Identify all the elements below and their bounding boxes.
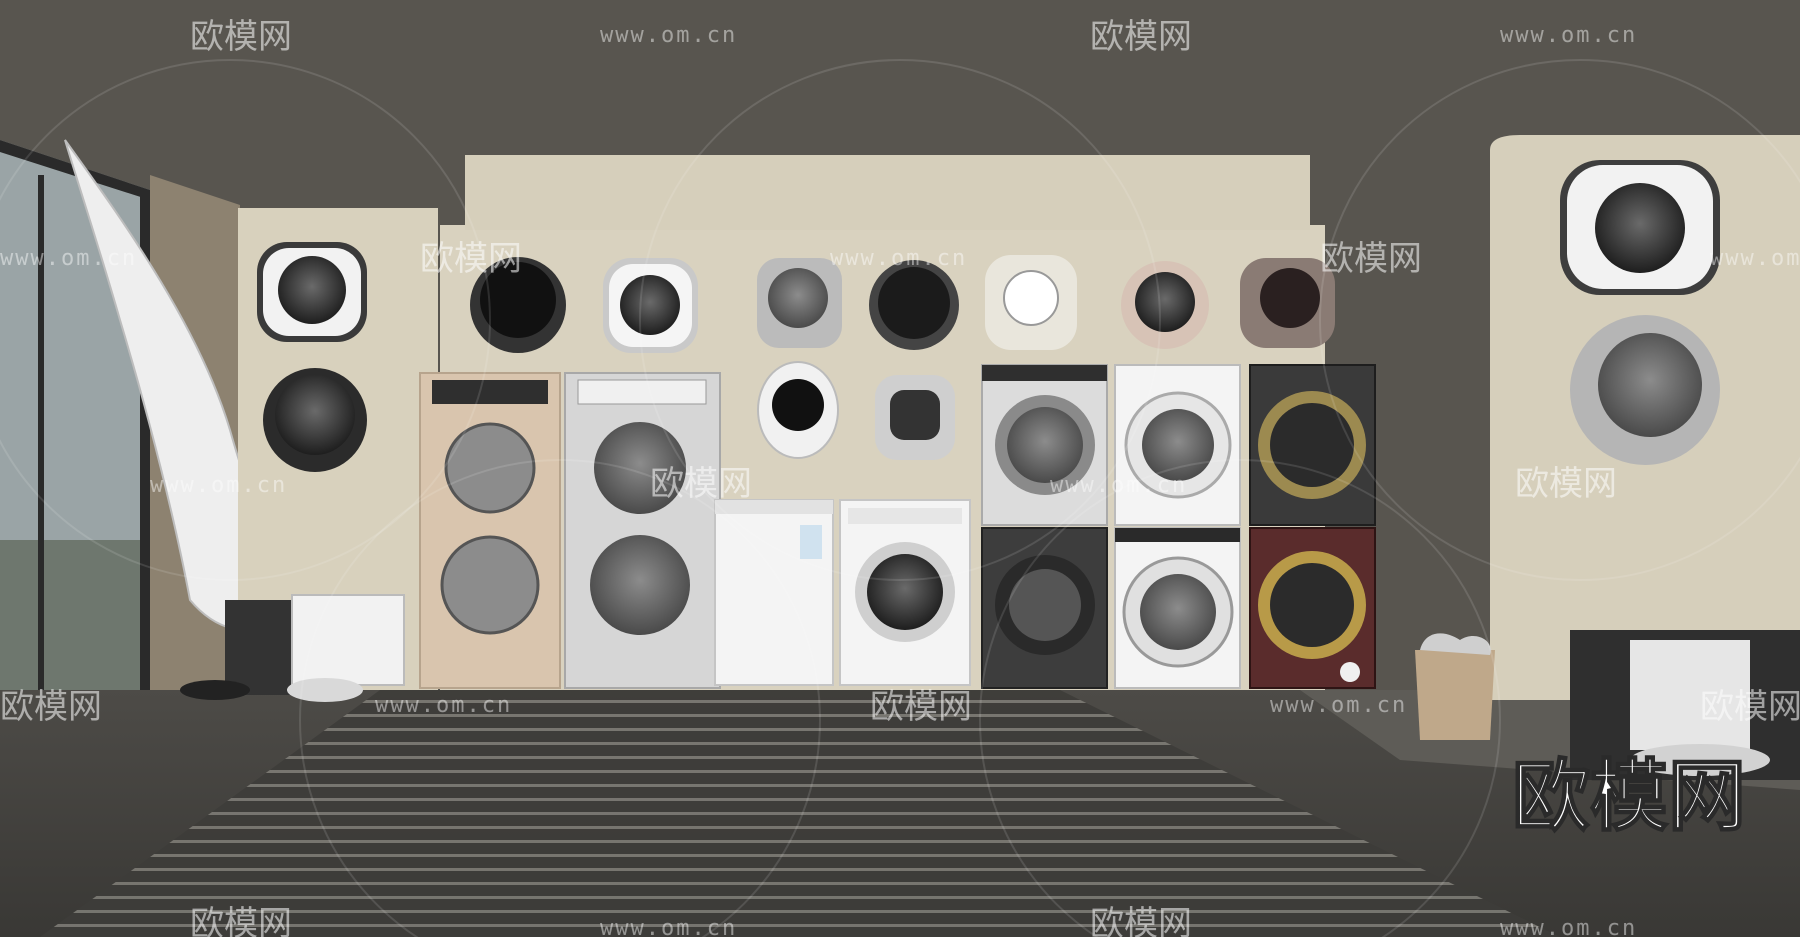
watermark-url: www.om.cn bbox=[1500, 916, 1637, 937]
mini-washer bbox=[1560, 160, 1720, 295]
watermark-url: www.om.cn bbox=[375, 693, 512, 718]
watermark-url: www.om.cn bbox=[1500, 23, 1637, 48]
mini-washer bbox=[257, 242, 367, 342]
watermark-brand: 欧模网 bbox=[1700, 687, 1800, 727]
watermark-url: www.om.cn bbox=[600, 916, 737, 937]
watermark-url: www.om.cn bbox=[600, 23, 737, 48]
watermark-brand: 欧模网 bbox=[1515, 464, 1617, 504]
mini-washer bbox=[1121, 261, 1209, 349]
corner-logo: 欧模网 bbox=[1512, 752, 1746, 842]
watermark-url: www.om.cn bbox=[1270, 693, 1407, 718]
watermark-brand: 欧模网 bbox=[1320, 239, 1422, 279]
mini-washer bbox=[263, 368, 367, 472]
twin-drum-washer bbox=[419, 372, 561, 689]
laundry-basket bbox=[1415, 633, 1495, 740]
twin-drum-washer bbox=[564, 372, 721, 689]
mini-washer bbox=[1570, 315, 1720, 465]
mini-washer bbox=[603, 258, 698, 353]
watermark-brand: 欧模网 bbox=[190, 904, 292, 937]
watermark-brand: 欧模网 bbox=[650, 464, 752, 504]
watermark-url: www.om.cn bbox=[0, 246, 137, 271]
mini-washer bbox=[757, 258, 842, 348]
watermark-brand: 欧模网 bbox=[0, 687, 102, 727]
window bbox=[0, 140, 150, 690]
watermark-brand: 欧模网 bbox=[190, 17, 292, 57]
showroom-scene: 欧模网 www.om.cn 欧模网 www.om.cn www.om.cn 欧模… bbox=[0, 0, 1800, 937]
watermark-brand: 欧模网 bbox=[420, 239, 522, 279]
top-load-washer bbox=[714, 499, 834, 686]
watermark-url: www.om.cn bbox=[150, 473, 287, 498]
watermark-brand: 欧模网 bbox=[1090, 17, 1192, 57]
watermark-url: www.om.cn bbox=[1050, 473, 1187, 498]
mini-washer bbox=[875, 375, 955, 460]
watermark-brand: 欧模网 bbox=[870, 687, 972, 727]
mini-washer bbox=[869, 260, 959, 350]
watermark-url: www.om.cn bbox=[830, 246, 967, 271]
ceiling-soffit bbox=[465, 155, 1310, 230]
watermark-url: www.om.cn bbox=[1710, 246, 1800, 271]
mini-washer bbox=[757, 361, 839, 459]
watermark-brand: 欧模网 bbox=[1090, 904, 1192, 937]
mini-washer bbox=[985, 255, 1077, 350]
front-load-washer bbox=[839, 499, 971, 686]
